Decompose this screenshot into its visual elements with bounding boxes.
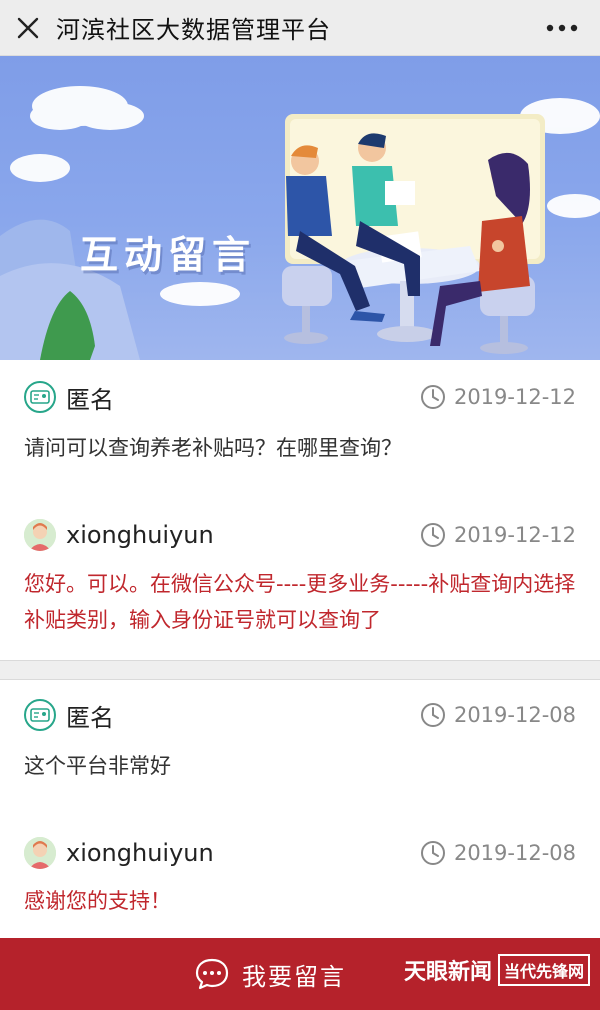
message-card: 匿名 2019-12-08 这个平台非常好 xionghuiyun 2019-1… [0,680,600,938]
reply-text: 感谢您的支持！ [24,889,171,913]
clock-icon [420,841,445,865]
anonymous-user-icon [24,699,56,731]
watermark: 天眼新闻 当代先锋网 [404,954,590,986]
question-header: 匿名 2019-12-08 [24,697,576,733]
close-button[interactable] [0,0,56,56]
question-date-text: 2019-12-12 [453,385,576,409]
reply-text: 您好。可以。在微信公众号----更多业务-----补贴查询内选择补贴类别，输入身… [24,572,576,632]
more-icon [546,24,578,32]
leave-message-button-content: 我要留言 [194,957,346,992]
question-author: 匿名 [66,703,114,732]
reply-date-text: 2019-12-08 [453,841,576,865]
clock-icon [420,523,445,547]
message-card: 匿名 2019-12-12 请问可以查询养老补贴吗？在哪里查询？ xionghu… [0,360,600,660]
banner-title: 互动留言 [80,233,257,277]
more-button[interactable] [542,14,582,42]
question-date-text: 2019-12-08 [453,703,576,727]
question-author: 匿名 [66,385,114,414]
top-bar: 河滨社区大数据管理平台 [0,0,600,56]
watermark-text-2: 当代先锋网 [497,954,590,986]
clock-icon [420,385,445,409]
reply-author: xionghuiyun [66,839,214,867]
reply-date: 2019-12-08 [420,835,576,871]
reply-header: xionghuiyun 2019-12-12 [24,517,576,553]
card-divider [0,660,600,680]
question-date: 2019-12-12 [420,379,576,415]
question-text: 请问可以查询养老补贴吗？在哪里查询？ [24,436,402,460]
reply-date-text: 2019-12-12 [453,523,576,547]
anonymous-user-icon [24,381,56,413]
banner-illustration [0,86,600,360]
avatar [24,837,56,869]
reply-date: 2019-12-12 [420,517,576,553]
leave-message-label: 我要留言 [242,962,346,991]
close-icon [17,17,39,38]
question-header: 匿名 2019-12-12 [24,379,576,415]
reply-header: xionghuiyun 2019-12-08 [24,835,576,871]
clock-icon [420,703,445,727]
banner: 互动留言 [0,56,600,360]
avatar [24,519,56,551]
reply-author: xionghuiyun [66,521,214,549]
watermark-text: 天眼新闻 [403,959,492,985]
question-text: 这个平台非常好 [24,754,171,778]
chat-icon [195,958,229,990]
question-date: 2019-12-08 [420,697,576,733]
page-title: 河滨社区大数据管理平台 [56,16,331,44]
